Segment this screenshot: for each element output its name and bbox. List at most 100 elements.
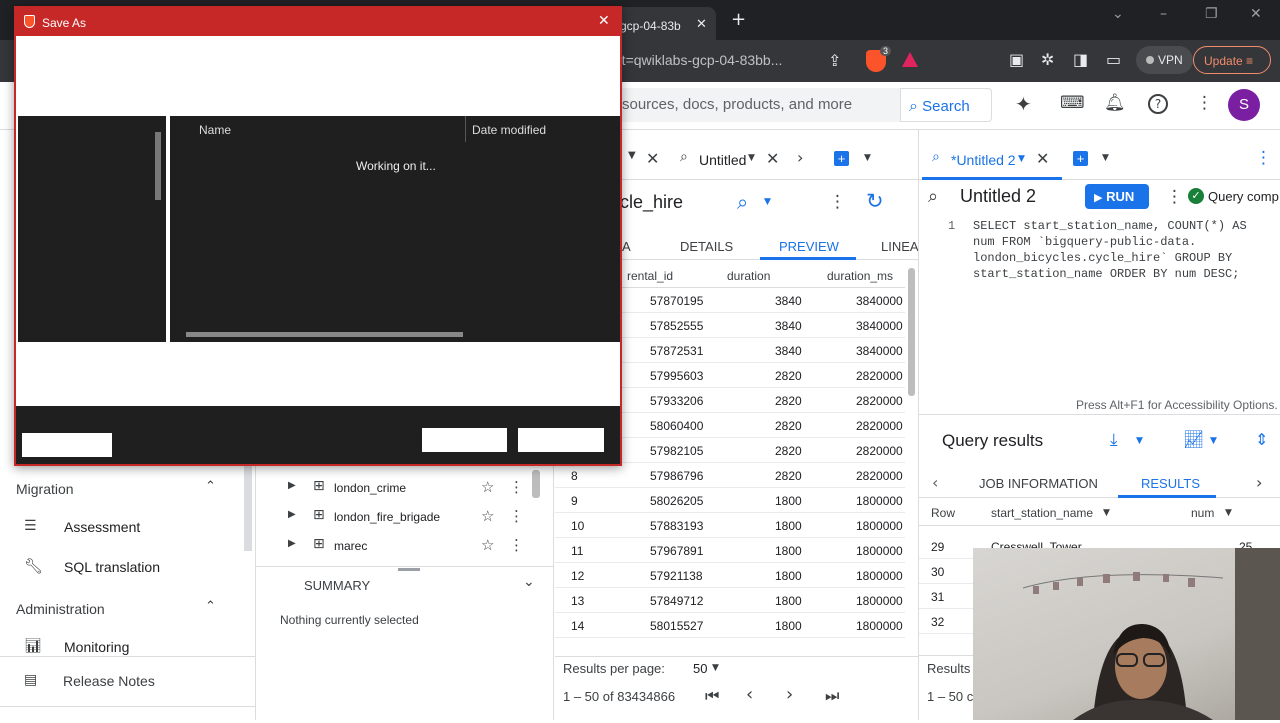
sidebar-section-administration[interactable]: Administration xyxy=(16,601,105,617)
tab-job-information[interactable]: JOB INFORMATION xyxy=(979,476,1098,491)
more-vert-icon[interactable]: ⋮ xyxy=(509,536,524,554)
folder-tree-scrollbar[interactable] xyxy=(155,132,161,200)
save-button[interactable] xyxy=(422,428,507,452)
brave-rewards-icon[interactable] xyxy=(902,52,918,67)
sidebar-item-monitoring[interactable]: Monitoring xyxy=(64,639,129,655)
tab-preview[interactable]: PREVIEW xyxy=(779,239,839,254)
more-vert-icon[interactable]: ⋮ xyxy=(1255,148,1272,168)
chevron-up-icon[interactable]: ⌃ xyxy=(205,479,216,494)
tab-lineage[interactable]: LINEA xyxy=(881,239,919,254)
filename-field[interactable] xyxy=(22,433,112,457)
col-duration-ms[interactable]: duration_ms xyxy=(827,269,893,283)
first-page-icon[interactable]: ⏮︎ xyxy=(705,686,719,706)
sidebar-scrollbar[interactable] xyxy=(244,465,252,551)
chevron-down-icon[interactable]: ▼ xyxy=(1136,436,1143,446)
table-scrollbar[interactable] xyxy=(908,268,915,396)
col-date-modified[interactable]: Date modified xyxy=(472,123,546,137)
chevron-right-icon[interactable]: › xyxy=(1256,473,1262,492)
expand-icon[interactable]: ⇕ xyxy=(1255,430,1268,449)
more-vert-icon[interactable]: ⋮ xyxy=(1196,93,1213,113)
chevron-down-icon[interactable]: ▼ xyxy=(748,153,755,163)
cancel-button[interactable] xyxy=(518,428,604,452)
save-results-icon[interactable]: ⤓ xyxy=(1110,430,1118,450)
explorer-scrollbar[interactable] xyxy=(532,470,540,498)
column-divider[interactable] xyxy=(465,116,466,142)
close-tab-icon[interactable]: ✕ xyxy=(1036,149,1049,168)
expand-arrow-icon[interactable]: ▶ xyxy=(288,538,296,549)
run-button[interactable]: ▶ RUN xyxy=(1085,184,1149,209)
update-button[interactable]: Update ≡ xyxy=(1193,46,1271,74)
sidebar-toggle-icon[interactable]: ▣ xyxy=(1009,50,1024,69)
resize-handle[interactable] xyxy=(398,568,420,571)
close-icon[interactable]: ✕ xyxy=(598,13,610,29)
code-editor[interactable]: SELECT start_station_name, COUNT(*) AS n… xyxy=(973,218,1273,282)
folder-tree-pane[interactable] xyxy=(18,116,166,342)
query-table-icon[interactable]: ⌕ xyxy=(737,190,748,214)
cloud-shell-icon[interactable]: ⌨ xyxy=(1060,93,1085,113)
summary-heading[interactable]: SUMMARY xyxy=(304,578,370,593)
chevron-down-icon[interactable]: ▼ xyxy=(1210,436,1217,446)
chevron-left-icon[interactable]: ‹ xyxy=(932,473,938,492)
chevron-up-icon[interactable]: ⌃ xyxy=(205,599,216,614)
close-tab-icon[interactable]: ✕ xyxy=(766,149,779,168)
expand-arrow-icon[interactable]: ▶ xyxy=(288,480,296,491)
col-duration[interactable]: duration xyxy=(727,269,770,283)
tab-untitled[interactable]: Untitled xyxy=(699,152,746,168)
sidebar-item-assessment[interactable]: Assessment xyxy=(64,519,140,535)
explore-chart-icon[interactable]: 📈︎ xyxy=(1183,430,1205,450)
col-rental-id[interactable]: rental_id xyxy=(627,269,673,283)
close-tab-icon[interactable]: ✕ xyxy=(646,149,659,168)
chevron-down-icon[interactable]: ⌄ xyxy=(523,574,535,590)
explorer-item[interactable]: ▶ ⊞ london_fire_brigade ☆ ⋮ xyxy=(256,507,532,531)
search-button[interactable]: ⌕ Search xyxy=(900,88,992,122)
chevron-down-icon[interactable]: ▼ xyxy=(864,153,871,163)
new-tab-icon[interactable]: + xyxy=(731,9,746,30)
chevron-down-icon[interactable]: ▼ xyxy=(712,663,719,673)
add-tab-icon[interactable]: + xyxy=(1073,151,1088,166)
next-page-icon[interactable]: › xyxy=(786,684,793,705)
tab-dropdown-icon[interactable]: ▼ xyxy=(628,150,636,161)
search-input[interactable]: sources, docs, products, and more xyxy=(600,88,900,122)
more-vert-icon[interactable]: ⋮ xyxy=(509,478,524,496)
help-icon[interactable]: ? xyxy=(1148,94,1168,114)
last-page-icon[interactable]: ⏭︎ xyxy=(825,686,839,706)
tab-results[interactable]: RESULTS xyxy=(1141,476,1200,491)
explorer-item[interactable]: ▶ ⊞ london_crime ☆ ⋮ xyxy=(256,478,532,502)
add-tab-icon[interactable]: + xyxy=(834,151,849,166)
notifications-icon[interactable]: 🔔︎ xyxy=(1104,93,1126,113)
file-list-pane[interactable]: Name Date modified Working on it... xyxy=(170,116,620,342)
close-window-icon[interactable]: ✕ xyxy=(1250,6,1262,22)
chevron-down-icon[interactable]: ▼ xyxy=(764,197,771,207)
split-view-icon[interactable]: ◨ xyxy=(1073,50,1088,69)
share-icon[interactable]: ⇪ xyxy=(828,51,841,70)
more-vert-icon[interactable]: ⋮ xyxy=(509,507,524,525)
results-per-page-select[interactable]: 50 xyxy=(693,661,707,676)
expand-arrow-icon[interactable]: ▶ xyxy=(288,509,296,520)
wallet-icon[interactable]: ▭ xyxy=(1106,50,1121,69)
col-start-station-name[interactable]: start_station_name xyxy=(991,506,1093,520)
vpn-button[interactable]: VPN xyxy=(1136,46,1193,74)
extensions-icon[interactable]: ✲ xyxy=(1041,50,1054,69)
explorer-item[interactable]: ▶ ⊞ marec ☆ ⋮ xyxy=(256,536,532,560)
restore-icon[interactable]: ❐ xyxy=(1205,6,1218,22)
chevron-down-icon[interactable]: ▼ xyxy=(1103,508,1110,518)
sidebar-section-migration[interactable]: Migration xyxy=(16,481,74,497)
sidebar-item-release-notes[interactable]: Release Notes xyxy=(63,673,155,689)
chevron-down-icon[interactable]: ▼ xyxy=(1102,153,1109,163)
minimize-icon[interactable]: – xyxy=(1160,6,1167,22)
chevron-right-icon[interactable]: › xyxy=(797,148,803,167)
gemini-icon[interactable]: ✦ xyxy=(1015,92,1032,116)
col-num[interactable]: num xyxy=(1191,506,1214,520)
tab-details[interactable]: DETAILS xyxy=(680,239,733,254)
tab-schema[interactable]: A xyxy=(622,239,631,254)
col-name[interactable]: Name xyxy=(199,123,231,137)
refresh-icon[interactable]: ↻ xyxy=(866,189,884,213)
star-icon[interactable]: ☆ xyxy=(481,507,494,525)
results-divider[interactable] xyxy=(919,414,1280,415)
close-tab-icon[interactable]: ✕ xyxy=(696,17,707,32)
sidebar-item-sql-translation[interactable]: SQL translation xyxy=(64,559,160,575)
more-vert-icon[interactable]: ⋮ xyxy=(1166,187,1183,207)
tab-untitled-2[interactable]: ⌕ *Untitled 2 ▼ ✕ xyxy=(922,140,1062,180)
chevron-down-icon[interactable]: ▼ xyxy=(1225,508,1232,518)
star-icon[interactable]: ☆ xyxy=(481,478,494,496)
